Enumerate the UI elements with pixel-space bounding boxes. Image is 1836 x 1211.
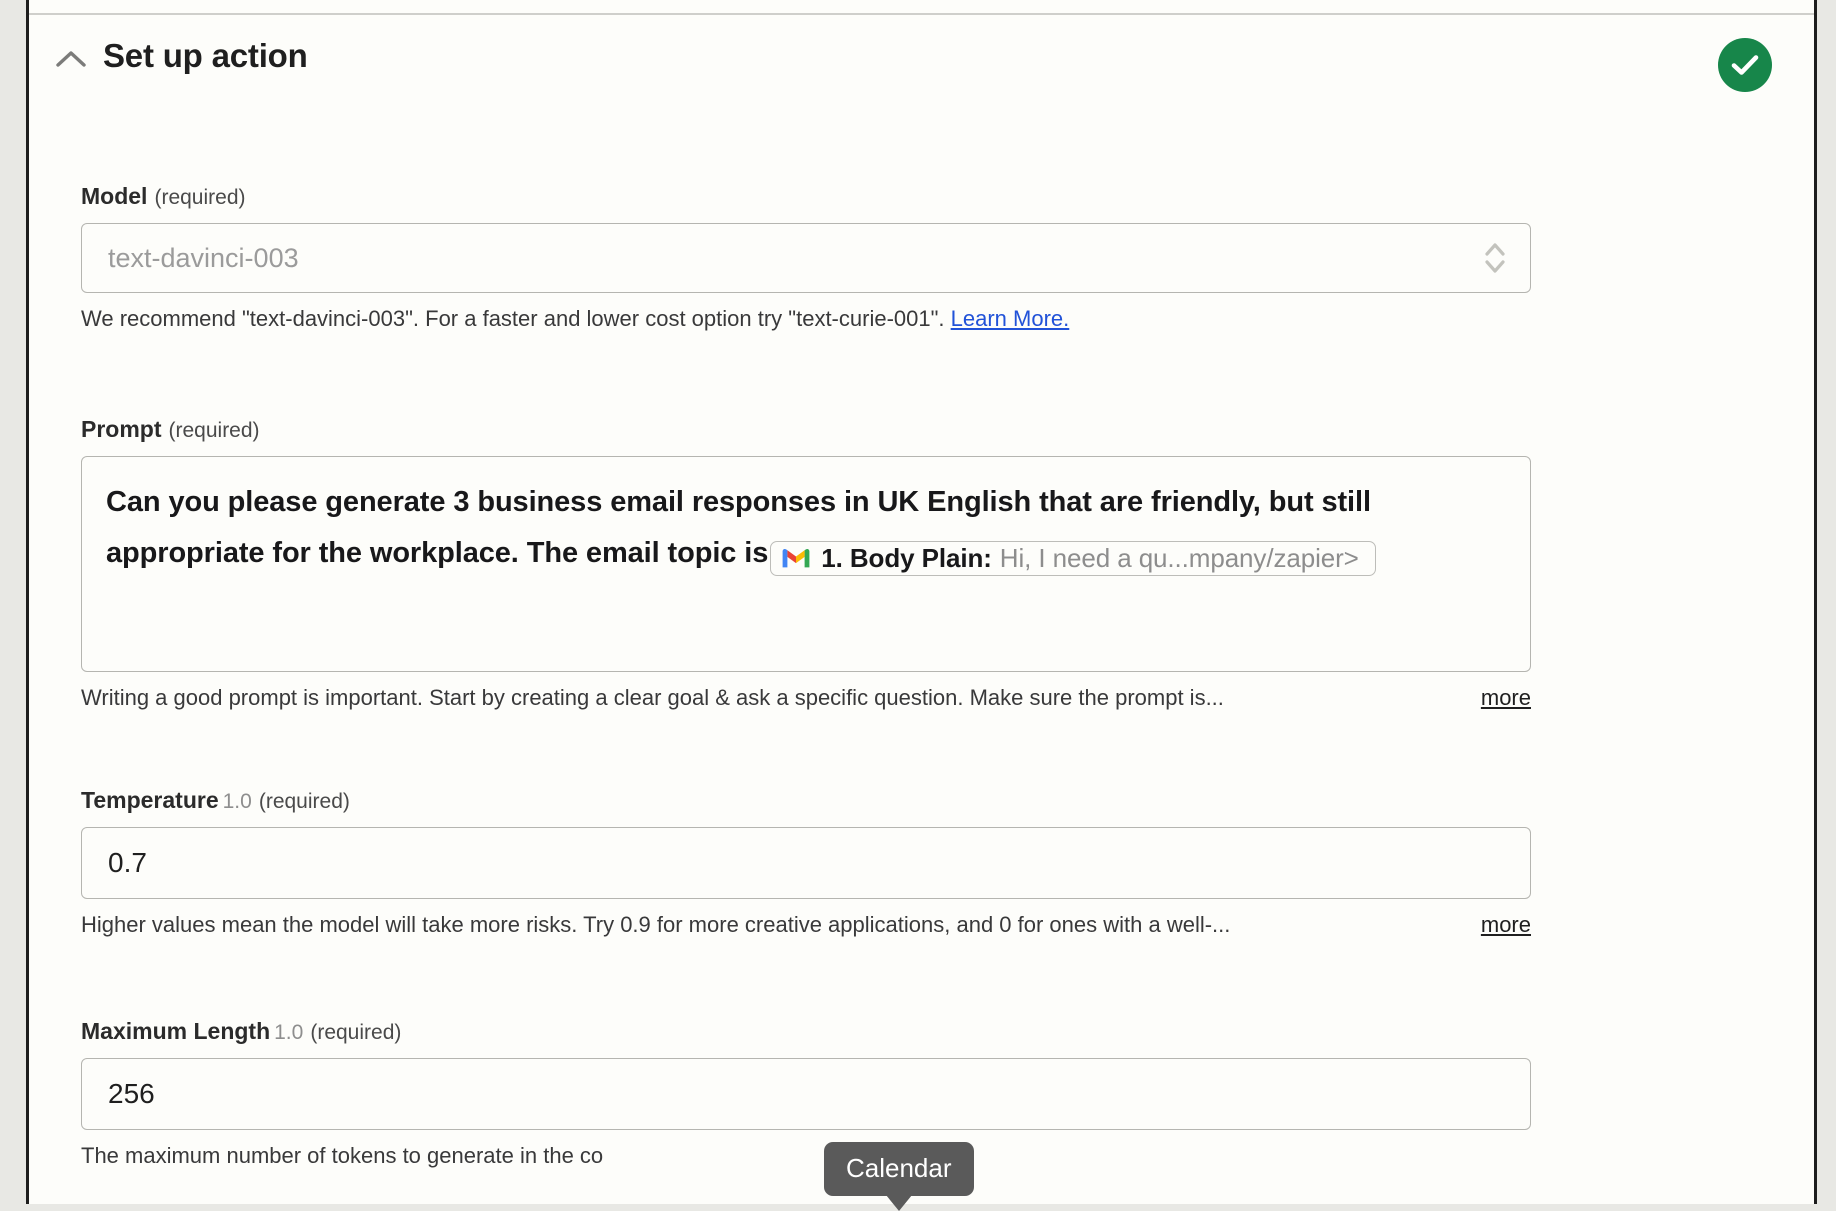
maximum-length-label-text: Maximum Length — [81, 1018, 270, 1044]
temperature-more-link[interactable]: more — [1481, 912, 1531, 938]
gmail-token-label: 1. Body Plain: — [821, 545, 992, 571]
model-helper-prefix: We recommend "text-davinci-003". For a f… — [81, 306, 951, 331]
prompt-helper: Writing a good prompt is important. Star… — [81, 685, 1531, 711]
temperature-version: 1.0 — [223, 790, 252, 813]
field-prompt: Prompt (required) Can you please generate… — [81, 416, 1531, 711]
prompt-label: Prompt (required) — [81, 416, 1531, 443]
maximum-length-version: 1.0 — [274, 1021, 303, 1044]
maximum-length-helper-text: The maximum number of tokens to generate… — [81, 1143, 603, 1169]
maximum-length-input[interactable]: 256 — [81, 1058, 1531, 1130]
field-maximum-length: Maximum Length1.0 (required) 256 The maxi… — [81, 1018, 1531, 1169]
prompt-helper-text: Writing a good prompt is important. Star… — [81, 685, 1224, 711]
prompt-textarea[interactable]: Can you please generate 3 business email… — [81, 456, 1531, 672]
chevron-up-icon[interactable] — [56, 50, 86, 68]
temperature-label: Temperature1.0 (required) — [81, 787, 1531, 814]
chevron-up-down-icon[interactable] — [1484, 241, 1506, 275]
action-setup-panel: Set up action Model (required) text-davin… — [26, 0, 1817, 1204]
page-title: Set up action — [103, 34, 308, 78]
temperature-input[interactable]: 0.7 — [81, 827, 1531, 899]
model-label: Model (required) — [81, 183, 1531, 210]
gmail-token-preview: Hi, I need a qu...mpany/zapier> — [1000, 545, 1359, 571]
field-model: Model (required) text-davinci-003 We reco… — [81, 183, 1531, 332]
calendar-tooltip-label: Calendar — [846, 1153, 952, 1183]
temperature-label-text: Temperature — [81, 787, 219, 813]
maximum-length-helper: The maximum number of tokens to generate… — [81, 1143, 1531, 1169]
learn-more-link[interactable]: Learn More. — [951, 306, 1070, 331]
maximum-length-value: 256 — [108, 1078, 155, 1110]
model-select[interactable]: text-davinci-003 — [81, 223, 1531, 293]
prompt-label-text: Prompt — [81, 416, 162, 442]
prompt-more-link[interactable]: more — [1481, 685, 1531, 711]
gmail-icon — [782, 547, 810, 569]
temperature-helper: Higher values mean the model will take m… — [81, 912, 1531, 938]
model-helper-text: We recommend "text-davinci-003". For a f… — [81, 306, 1069, 332]
model-placeholder: text-davinci-003 — [108, 243, 299, 274]
temperature-value: 0.7 — [108, 847, 147, 879]
panel-top-divider — [29, 13, 1814, 15]
temperature-required-text: (required) — [259, 790, 350, 813]
prompt-content: Can you please generate 3 business email… — [106, 477, 1506, 579]
field-temperature: Temperature1.0 (required) 0.7 Higher valu… — [81, 787, 1531, 938]
section-header[interactable]: Set up action — [29, 34, 1814, 90]
model-helper: We recommend "text-davinci-003". For a f… — [81, 306, 1531, 332]
prompt-required-text: (required) — [169, 419, 260, 442]
maximum-length-label: Maximum Length1.0 (required) — [81, 1018, 1531, 1045]
calendar-tooltip: Calendar — [824, 1142, 974, 1196]
temperature-helper-text: Higher values mean the model will take m… — [81, 912, 1230, 938]
gmail-token-chip[interactable]: 1. Body Plain: Hi, I need a qu...mpany/za… — [770, 541, 1375, 576]
model-label-text: Model — [81, 183, 147, 209]
app-frame: Set up action Model (required) text-davin… — [0, 0, 1836, 1204]
maximum-length-required-text: (required) — [310, 1021, 401, 1044]
model-required-text: (required) — [154, 186, 245, 209]
check-circle-icon — [1718, 38, 1772, 92]
